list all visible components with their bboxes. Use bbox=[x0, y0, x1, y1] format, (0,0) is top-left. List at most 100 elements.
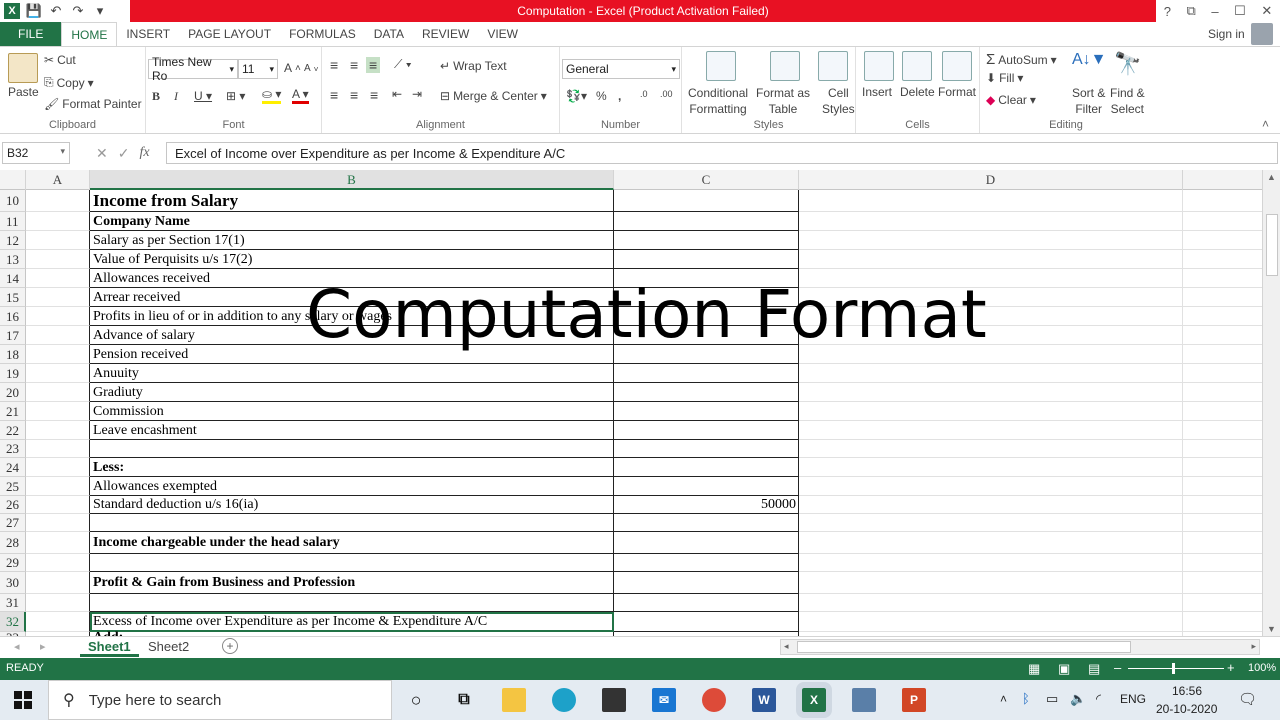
save-icon[interactable]: 💾 bbox=[26, 3, 42, 19]
sheet-tab-sheet2[interactable]: Sheet2 bbox=[140, 637, 197, 657]
cell-b[interactable]: Commission bbox=[90, 402, 614, 421]
scroll-up-icon[interactable]: ▲ bbox=[1267, 172, 1276, 182]
cell-a[interactable] bbox=[26, 326, 90, 345]
vertical-scroll-thumb[interactable] bbox=[1266, 214, 1278, 276]
cell-d[interactable] bbox=[799, 440, 1183, 458]
cell-a[interactable] bbox=[26, 307, 90, 326]
column-header-c[interactable]: C bbox=[614, 170, 799, 190]
scroll-right-icon[interactable]: ▸ bbox=[1251, 641, 1256, 652]
cell-d[interactable] bbox=[799, 402, 1183, 421]
cell-a[interactable] bbox=[26, 421, 90, 440]
row-header[interactable]: 30 bbox=[0, 572, 26, 594]
align-middle-icon[interactable]: ≡ bbox=[350, 57, 358, 73]
file-explorer-icon[interactable] bbox=[502, 688, 526, 712]
speaker-icon[interactable]: 🔈 bbox=[1070, 691, 1086, 707]
cell-c[interactable] bbox=[614, 383, 799, 402]
cell-c[interactable] bbox=[614, 514, 799, 532]
cell-c[interactable]: 50000 bbox=[614, 496, 799, 514]
cell-b[interactable]: Income chargeable under the head salary bbox=[90, 532, 614, 554]
formula-input[interactable]: Excel of Income over Expenditure as per … bbox=[166, 142, 1278, 164]
grow-font-button[interactable]: A ˄ bbox=[284, 61, 301, 75]
row-header[interactable]: 22 bbox=[0, 421, 26, 440]
notifications-icon[interactable]: 🗨 bbox=[1238, 690, 1257, 708]
redo-icon[interactable]: ↷ bbox=[70, 3, 86, 19]
scroll-down-icon[interactable]: ▼ bbox=[1267, 624, 1276, 634]
cell-a[interactable] bbox=[26, 496, 90, 514]
minimize-button[interactable]: – bbox=[1211, 4, 1218, 19]
horizontal-scroll-thumb[interactable] bbox=[797, 641, 1131, 653]
align-top-icon[interactable]: ≡ bbox=[330, 57, 338, 73]
insert-cells-icon[interactable] bbox=[864, 51, 894, 81]
cell-a[interactable] bbox=[26, 212, 90, 231]
sort-filter-button[interactable]: Sort & Filter bbox=[1072, 85, 1105, 117]
tab-page-layout[interactable]: PAGE LAYOUT bbox=[179, 22, 280, 46]
cell-e[interactable] bbox=[1183, 212, 1262, 231]
cell-e[interactable] bbox=[1183, 326, 1262, 345]
fill-button[interactable]: ⬇ Fill ▾ bbox=[986, 71, 1023, 85]
cell-a[interactable] bbox=[26, 402, 90, 421]
cell-a[interactable] bbox=[26, 458, 90, 477]
cell-b[interactable]: Salary as per Section 17(1) bbox=[90, 231, 614, 250]
cell-e[interactable] bbox=[1183, 514, 1262, 532]
tab-review[interactable]: REVIEW bbox=[413, 22, 478, 46]
cell-b[interactable]: Income from Salary bbox=[90, 190, 614, 212]
row-header[interactable]: 21 bbox=[0, 402, 26, 421]
zoom-slider[interactable] bbox=[1128, 663, 1224, 674]
customize-qat-icon[interactable]: ▾ bbox=[92, 3, 108, 19]
format-as-table-button[interactable]: Format as Table bbox=[756, 85, 810, 117]
row-header[interactable]: 20 bbox=[0, 383, 26, 402]
cell-d[interactable] bbox=[799, 554, 1183, 572]
cell-a[interactable] bbox=[26, 231, 90, 250]
cell-c[interactable] bbox=[614, 364, 799, 383]
cell-c[interactable] bbox=[614, 440, 799, 458]
conditional-formatting-button[interactable]: Conditional Formatting bbox=[688, 85, 748, 117]
row-header[interactable]: 11 bbox=[0, 212, 26, 231]
clock-date[interactable]: 20-10-2020 bbox=[1156, 702, 1217, 716]
task-view-icon[interactable]: ⧉ bbox=[452, 688, 476, 712]
cell-b[interactable]: Standard deduction u/s 16(ia) bbox=[90, 496, 614, 514]
merge-center-button[interactable]: ⊟ Merge & Center ▾ bbox=[440, 89, 547, 103]
cell-a[interactable] bbox=[26, 594, 90, 612]
clear-button[interactable]: ◆ Clear ▾ bbox=[986, 93, 1036, 107]
cell-a[interactable] bbox=[26, 440, 90, 458]
excel-taskbar-icon[interactable]: X bbox=[796, 682, 832, 718]
tray-chevron-icon[interactable]: ˄ bbox=[1000, 692, 1007, 706]
zoom-in-button[interactable]: + bbox=[1227, 660, 1235, 675]
zoom-slider-thumb[interactable] bbox=[1172, 663, 1175, 674]
insert-button[interactable]: Insert bbox=[862, 85, 892, 99]
sort-filter-icon[interactable]: A↓▼ bbox=[1072, 51, 1107, 69]
cell-d[interactable] bbox=[799, 514, 1183, 532]
avatar[interactable] bbox=[1250, 23, 1273, 45]
cell-a[interactable] bbox=[26, 532, 90, 554]
cell-b[interactable]: Gradiuty bbox=[90, 383, 614, 402]
paste-button[interactable]: Paste bbox=[8, 85, 39, 99]
cell-c[interactable] bbox=[614, 612, 799, 632]
row-header[interactable]: 19 bbox=[0, 364, 26, 383]
row-header[interactable]: 13 bbox=[0, 250, 26, 269]
cell-e[interactable] bbox=[1183, 532, 1262, 554]
binoculars-icon[interactable]: 🔭 bbox=[1114, 51, 1141, 77]
decrease-decimal-button[interactable]: .00 bbox=[660, 89, 673, 99]
cell-c[interactable] bbox=[614, 572, 799, 594]
cell-d[interactable] bbox=[799, 458, 1183, 477]
cell-c[interactable] bbox=[614, 477, 799, 496]
cell-e[interactable] bbox=[1183, 554, 1262, 572]
paste-icon[interactable] bbox=[8, 53, 38, 83]
tab-file[interactable]: FILE bbox=[0, 22, 62, 46]
font-color-button[interactable]: A ▾ bbox=[292, 87, 309, 104]
cell-d[interactable] bbox=[799, 212, 1183, 231]
cell-a[interactable] bbox=[26, 288, 90, 307]
battery-icon[interactable]: ▭ bbox=[1046, 691, 1058, 707]
name-box[interactable]: B32 ▾ bbox=[2, 142, 70, 164]
column-header-a[interactable]: A bbox=[26, 170, 90, 190]
cell-a[interactable] bbox=[26, 572, 90, 594]
tab-insert[interactable]: INSERT bbox=[117, 22, 179, 46]
align-bottom-icon[interactable]: ≡ bbox=[366, 57, 381, 73]
fx-icon[interactable]: fx bbox=[139, 145, 149, 161]
orientation-button[interactable]: ⟋ ▾ bbox=[394, 57, 412, 72]
cell-c[interactable] bbox=[614, 402, 799, 421]
format-as-table-icon[interactable] bbox=[770, 51, 800, 81]
cell-b[interactable]: Excess of Income over Expenditure as per… bbox=[90, 612, 614, 632]
row-header[interactable]: 26 bbox=[0, 496, 26, 514]
bold-button[interactable]: B bbox=[152, 89, 160, 104]
